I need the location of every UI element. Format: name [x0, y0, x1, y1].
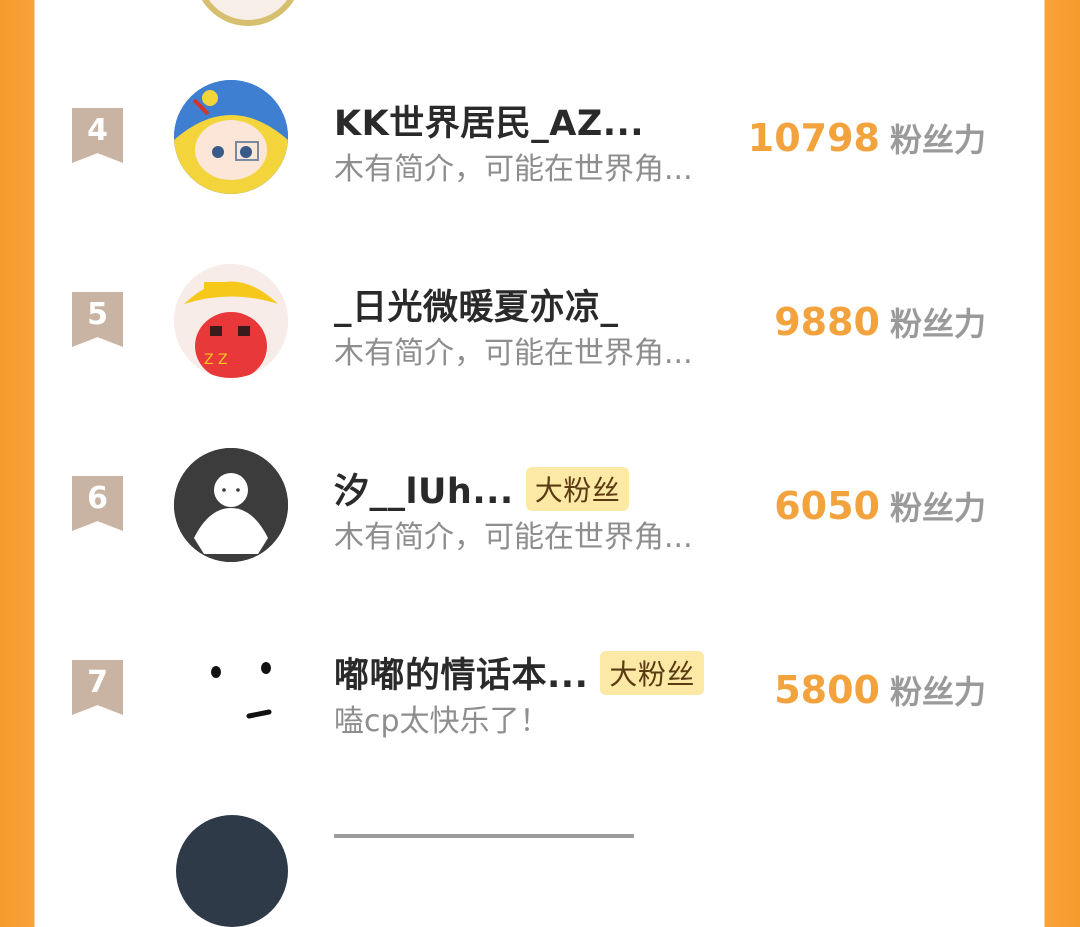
user-description: 木有简介，可能在世界角... — [334, 336, 693, 371]
avatar[interactable] — [174, 632, 288, 746]
list-item[interactable]: 5 Z Z _日光微暖夏亦凉_ 木有简介，可能在世界角... 9880 粉丝力 — [36, 262, 1044, 432]
list-item[interactable]: 4 KK世界居民_AZ... 木有简介，可能在世界角... 10798 粉丝力 — [36, 78, 1044, 248]
fan-score: 9880 粉丝力 — [774, 299, 986, 345]
avatar[interactable]: Z Z — [174, 264, 288, 378]
user-name-text: 汐__lUh... — [334, 472, 514, 512]
rank-badge: 6 — [72, 476, 123, 531]
score-value: 5800 — [774, 668, 880, 712]
avatar-previous[interactable] — [194, 0, 302, 26]
score-unit: 粉丝力 — [889, 121, 986, 159]
user-description: 木有简介，可能在世界角... — [334, 152, 693, 187]
fan-level-badge: 大粉丝 — [600, 651, 704, 695]
user-description: 嗑cp太快乐了！ — [334, 704, 550, 739]
score-unit: 粉丝力 — [889, 489, 986, 527]
user-name[interactable]: KK世界居民_AZ... — [334, 95, 644, 146]
rank-badge: 4 — [72, 108, 123, 163]
list-item[interactable]: 6 汐__lUh... 大粉丝 木有简介，可能在世界角... 6050 粉丝力 — [36, 446, 1044, 616]
user-name[interactable]: 嘟嘟的情话本... 大粉丝 — [334, 647, 704, 699]
rank-badge: 7 — [72, 660, 123, 715]
avatar[interactable] — [174, 80, 288, 194]
list-item[interactable]: 7 嘟嘟的情话本... 大粉丝 嗑cp太快乐了！ 5800 粉丝力 — [36, 630, 1044, 800]
score-value: 9880 — [774, 300, 880, 344]
fan-level-badge: 大粉丝 — [525, 467, 630, 511]
score-value: 10798 — [747, 116, 880, 160]
avatar[interactable] — [174, 448, 288, 562]
svg-text:Z Z: Z Z — [204, 352, 228, 368]
score-value: 6050 — [774, 484, 880, 528]
next-name-partial — [334, 826, 654, 844]
fan-score: 6050 粉丝力 — [774, 483, 986, 529]
user-name[interactable]: 汐__lUh... 大粉丝 — [334, 463, 630, 515]
score-unit: 粉丝力 — [889, 305, 986, 343]
user-name-text: 嘟嘟的情话本... — [334, 656, 589, 696]
fan-score: 10798 粉丝力 — [748, 115, 986, 161]
leaderboard-panel: 4 KK世界居民_AZ... 木有简介，可能在世界角... 10798 粉丝力 5 — [36, 0, 1044, 927]
fan-score: 5800 粉丝力 — [774, 667, 986, 713]
rank-badge: 5 — [72, 292, 123, 347]
user-description: 木有简介，可能在世界角... — [334, 520, 693, 555]
score-unit: 粉丝力 — [889, 673, 986, 711]
avatar-next[interactable] — [176, 815, 288, 927]
user-name[interactable]: _日光微暖夏亦凉_ — [334, 279, 619, 330]
